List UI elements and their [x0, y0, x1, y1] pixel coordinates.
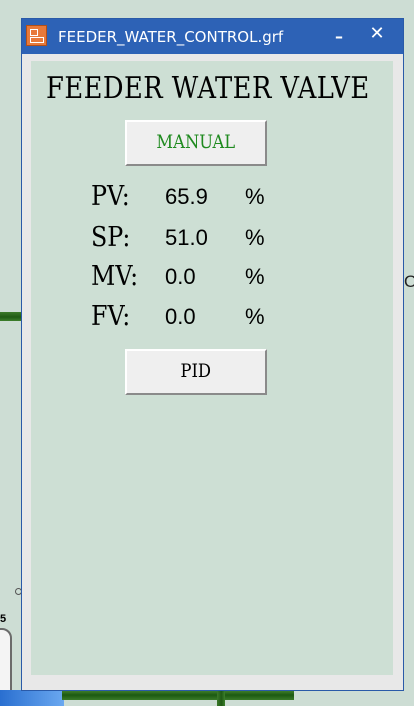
pipe-segment-left [0, 312, 22, 321]
blue-element [0, 690, 64, 706]
pid-label: PID [180, 360, 212, 382]
background-glyph: O [404, 272, 414, 291]
sp-label: SP: [91, 222, 131, 253]
close-icon[interactable]: ✕ [366, 23, 388, 47]
manual-mode-label: MANUAL [156, 131, 236, 153]
pv-unit: % [245, 184, 265, 209]
background-label: 5 [0, 613, 7, 625]
manual-mode-button[interactable]: MANUAL [125, 120, 267, 166]
pv-value: 65.9 [165, 184, 208, 209]
pid-button[interactable]: PID [125, 349, 267, 395]
pv-label: PV: [91, 181, 130, 212]
mv-label: MV: [91, 261, 139, 292]
panel-title: FEEDER WATER VALVE [46, 71, 370, 106]
control-panel: FEEDER WATER VALVE MANUAL PV: 65.9 % SP:… [31, 61, 393, 675]
fv-label: FV: [91, 301, 131, 332]
fv-unit: % [245, 304, 265, 329]
minimize-icon[interactable]: – [328, 27, 350, 47]
mv-value[interactable]: 0.0 [165, 264, 196, 290]
sp-value[interactable]: 51.0 [165, 225, 208, 251]
reading-row-pv: PV: 65.9 % [91, 181, 351, 215]
window-title: FEEDER_WATER_CONTROL.grf [58, 28, 284, 46]
sp-unit: % [245, 225, 265, 250]
fv-value: 0.0 [165, 304, 196, 329]
desktop-background: 5 O FEEDER_WATER_CONTROL.grf – ✕ FEEDER … [0, 0, 414, 706]
control-window: FEEDER_WATER_CONTROL.grf – ✕ FEEDER WATE… [21, 18, 404, 691]
mv-unit: % [245, 264, 265, 289]
reading-row-sp: SP: 51.0 % [91, 222, 351, 256]
grf-app-icon [26, 25, 47, 46]
reading-row-fv: FV: 0.0 % [91, 301, 351, 335]
reading-row-mv: MV: 0.0 % [91, 261, 351, 295]
window-titlebar[interactable]: FEEDER_WATER_CONTROL.grf – ✕ [22, 19, 403, 54]
